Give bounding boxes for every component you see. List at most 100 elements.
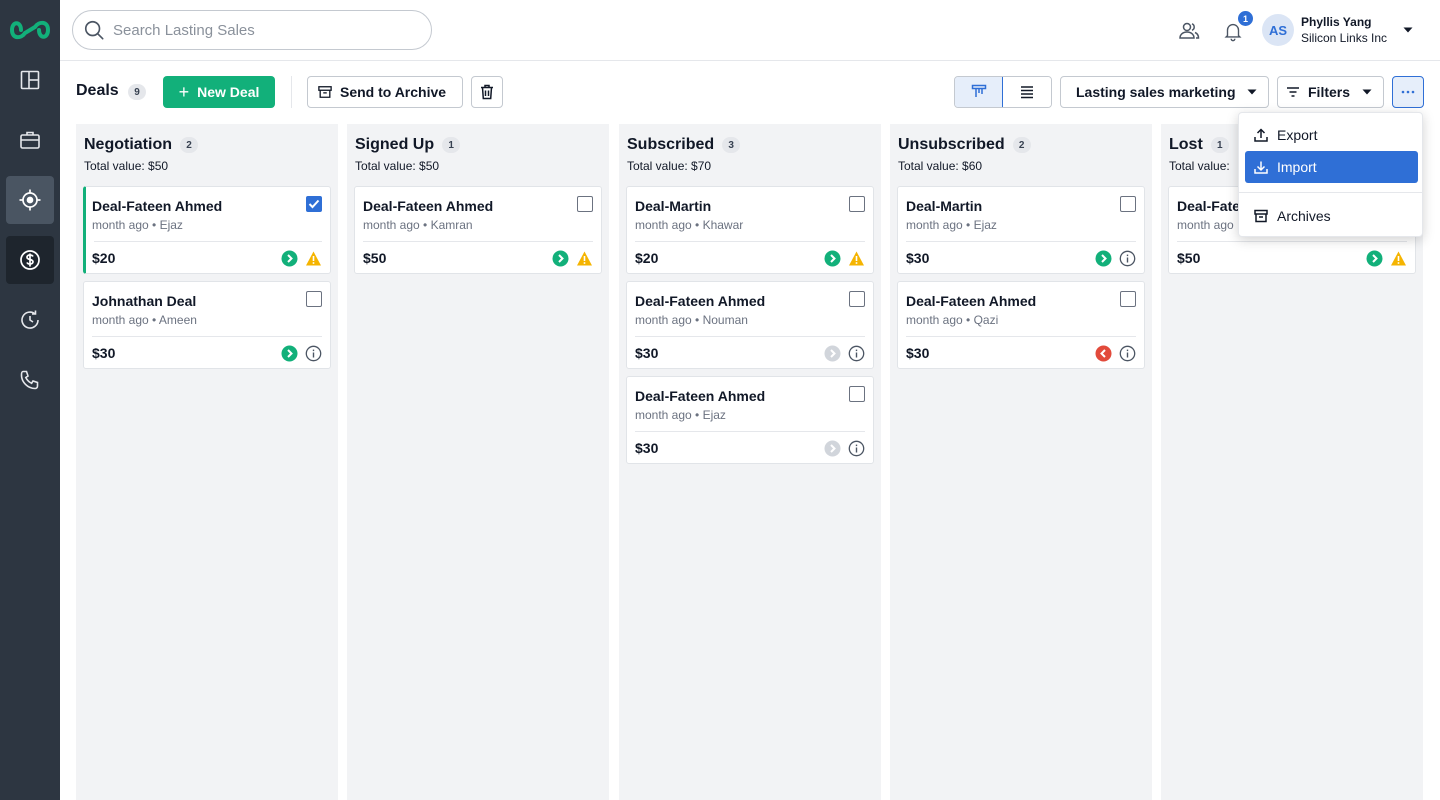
stage-header: Lost 1: [1169, 136, 1229, 154]
nav-history-icon[interactable]: [6, 296, 54, 344]
menu-divider: [1239, 192, 1422, 193]
deal-select-checkbox[interactable]: [849, 196, 865, 212]
deal-title[interactable]: Deal-Fateen Ahmed: [635, 388, 765, 404]
deal-select-checkbox[interactable]: [306, 196, 322, 212]
deal-meta: month ago • Qazi: [906, 313, 999, 327]
pipeline-select[interactable]: Lasting sales marketing: [1060, 76, 1269, 108]
deal-meta: month ago • Ejaz: [92, 218, 183, 232]
deal-card[interactable]: Johnathan Deal month ago • Ameen $30: [83, 281, 331, 369]
page-title: Deals: [76, 82, 119, 99]
top-header: 1 AS Phyllis Yang Silicon Links Inc: [60, 0, 1440, 61]
deal-select-checkbox[interactable]: [1120, 196, 1136, 212]
info-icon[interactable]: [1119, 250, 1136, 267]
deal-select-checkbox[interactable]: [306, 291, 322, 307]
list-view-button[interactable]: [1003, 77, 1051, 107]
nav-deals-dollar-icon[interactable]: [6, 236, 54, 284]
archive-icon: [318, 86, 332, 98]
deal-meta: month ago • Nouman: [635, 313, 748, 327]
deal-value: $30: [635, 345, 659, 361]
deal-meta: month ago: [1177, 218, 1234, 232]
more-options-menu: Export Import Archives: [1238, 112, 1423, 237]
filters-button[interactable]: Filters: [1277, 76, 1384, 108]
trash-icon: [481, 84, 493, 100]
chevron-down-icon[interactable]: [1402, 24, 1414, 36]
stage-title: Unsubscribed: [898, 136, 1005, 153]
info-icon[interactable]: [1119, 345, 1136, 362]
avatar[interactable]: AS: [1262, 14, 1294, 46]
deal-title[interactable]: Johnathan Deal: [92, 293, 196, 309]
deal-card[interactable]: Deal-Fateen Ahmed month ago • Ejaz $30: [626, 376, 874, 464]
deal-value: $50: [363, 250, 387, 266]
deal-card[interactable]: Deal-Martin month ago • Khawar $20: [626, 186, 874, 274]
stage-total-value: Total value: $60: [898, 159, 983, 173]
warning-icon[interactable]: [305, 250, 322, 267]
menu-item-archives[interactable]: Archives: [1245, 200, 1418, 232]
deal-title[interactable]: Deal-Fate: [1177, 198, 1240, 214]
info-icon[interactable]: [305, 345, 322, 362]
filters-label: Filters: [1308, 84, 1351, 100]
deal-meta: month ago • Ejaz: [906, 218, 997, 232]
menu-item-export[interactable]: Export: [1245, 119, 1418, 151]
new-deal-button[interactable]: + New Deal: [163, 76, 275, 108]
deal-title[interactable]: Deal-Fateen Ahmed: [92, 198, 222, 214]
nav-phone-icon[interactable]: [6, 356, 54, 404]
nav-target-icon[interactable]: [6, 176, 54, 224]
app-logo-icon[interactable]: [8, 10, 52, 50]
stage-count-badge: 2: [1012, 137, 1031, 153]
advance-stage-icon[interactable]: [552, 250, 569, 267]
deal-card[interactable]: Deal-Fateen Ahmed month ago • Kamran $50: [354, 186, 602, 274]
stage-header: Signed Up 1: [355, 136, 461, 154]
info-icon[interactable]: [848, 345, 865, 362]
send-to-archive-button[interactable]: Send to Archive: [307, 76, 463, 108]
warning-icon[interactable]: [848, 250, 865, 267]
export-icon: [1254, 128, 1268, 142]
deal-title[interactable]: Deal-Fateen Ahmed: [635, 293, 765, 309]
deal-value: $20: [92, 250, 116, 266]
deal-meta: month ago • Ejaz: [635, 408, 726, 422]
nav-briefcase-icon[interactable]: [6, 116, 54, 164]
deal-title[interactable]: Deal-Fateen Ahmed: [363, 198, 493, 214]
delete-button[interactable]: [471, 76, 503, 108]
deal-select-checkbox[interactable]: [849, 291, 865, 307]
stage-title: Negotiation: [84, 136, 172, 153]
advance-stage-icon[interactable]: [281, 250, 298, 267]
stage-title: Lost: [1169, 136, 1203, 153]
kanban-icon: [971, 84, 986, 97]
deal-title[interactable]: Deal-Fateen Ahmed: [906, 293, 1036, 309]
archive-icon: [1254, 209, 1268, 223]
deal-select-checkbox[interactable]: [577, 196, 593, 212]
card-divider: [94, 241, 322, 242]
deal-card[interactable]: Deal-Fateen Ahmed month ago • Qazi $30: [897, 281, 1145, 369]
info-icon[interactable]: [848, 440, 865, 457]
warning-icon[interactable]: [576, 250, 593, 267]
search-box[interactable]: [72, 10, 432, 50]
search-input[interactable]: [113, 21, 413, 39]
advance-stage-icon[interactable]: [281, 345, 298, 362]
deal-card[interactable]: Deal-Fateen Ahmed month ago • Nouman $30: [626, 281, 874, 369]
deal-value: $50: [1177, 250, 1201, 266]
advance-stage-icon[interactable]: [824, 250, 841, 267]
more-options-button[interactable]: [1392, 76, 1424, 108]
more-dots-icon: [1401, 90, 1415, 94]
deal-select-checkbox[interactable]: [1120, 291, 1136, 307]
menu-item-import[interactable]: Import: [1245, 151, 1418, 183]
stage-count-badge: 2: [180, 137, 198, 153]
deal-title[interactable]: Deal-Martin: [635, 198, 711, 214]
nav-dashboard-icon[interactable]: [6, 56, 54, 104]
advance-stage-icon[interactable]: [1095, 250, 1112, 267]
warning-icon[interactable]: [1390, 250, 1407, 267]
back-stage-icon[interactable]: [1095, 345, 1112, 362]
toolbar-divider: [291, 76, 292, 108]
deal-value: $30: [906, 345, 930, 361]
advance-stage-disabled-icon[interactable]: [824, 345, 841, 362]
team-icon[interactable]: [1176, 18, 1202, 44]
deal-card[interactable]: Deal-Fateen Ahmed month ago • Ejaz $20: [83, 186, 331, 274]
deal-card[interactable]: Deal-Martin month ago • Ejaz $30: [897, 186, 1145, 274]
deal-title[interactable]: Deal-Martin: [906, 198, 982, 214]
kanban-view-button[interactable]: [955, 77, 1005, 107]
advance-stage-icon[interactable]: [1366, 250, 1383, 267]
deal-select-checkbox[interactable]: [849, 386, 865, 402]
stage-column: Signed Up 1 Total value: $50 Deal-Fateen Ah…: [347, 124, 609, 800]
advance-stage-disabled-icon[interactable]: [824, 440, 841, 457]
stage-header: Negotiation 2: [84, 136, 198, 154]
